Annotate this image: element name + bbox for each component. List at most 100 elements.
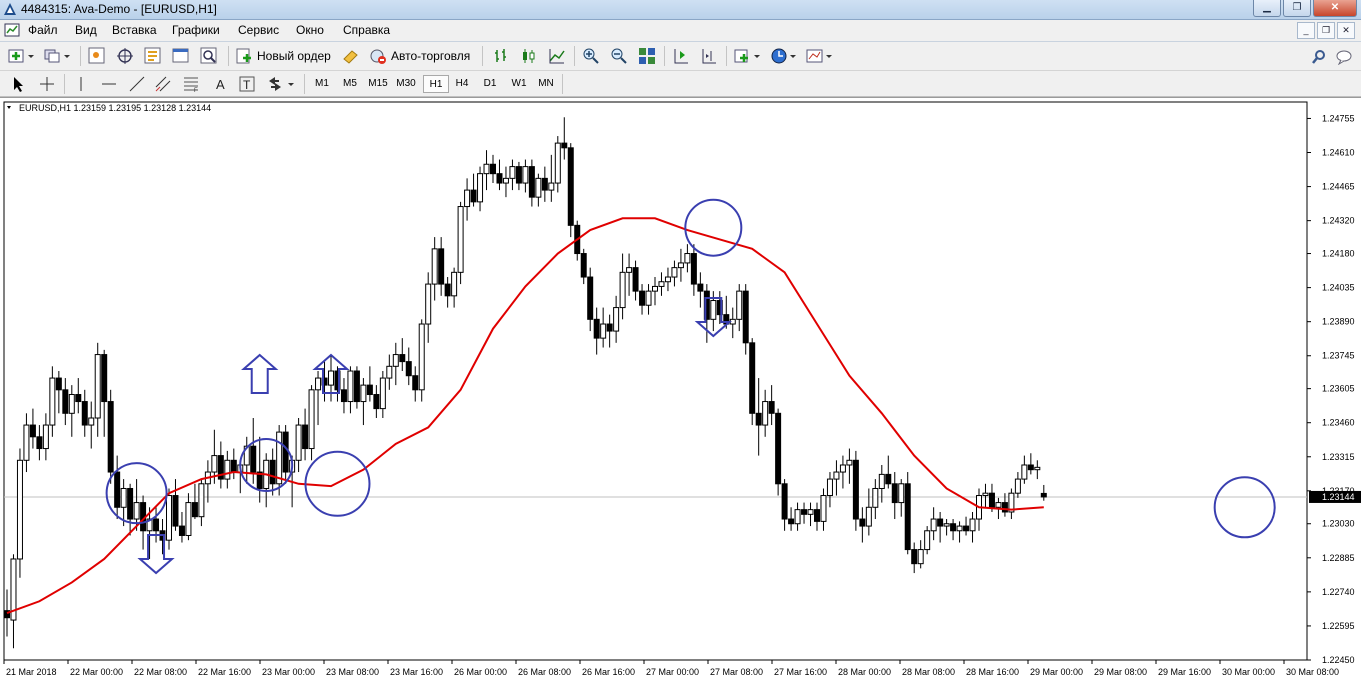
candle-body (328, 370, 334, 386)
candle-body (969, 518, 976, 532)
menu-file[interactable]: Файл (28, 23, 58, 37)
profiles-button[interactable] (44, 46, 70, 66)
child-minimize-button[interactable]: _ (1297, 22, 1315, 39)
menu-insert[interactable]: Вставка (112, 23, 157, 37)
candle-body (852, 459, 859, 520)
candle-body (982, 492, 989, 497)
candle-body (269, 459, 276, 485)
candle-body (68, 394, 75, 414)
timeframe-w1[interactable]: W1 (506, 75, 532, 93)
candle-body (153, 518, 160, 532)
terminal-button[interactable] (172, 46, 190, 66)
candle-body (515, 166, 522, 184)
chart-window[interactable]: EURUSD,H1 1.23159 1.23195 1.23128 1.2314… (0, 97, 1361, 682)
candle-body (872, 487, 879, 508)
timeframe-h1[interactable]: H1 (423, 75, 449, 93)
candle-body (49, 377, 56, 426)
menu-charts[interactable]: Графики (172, 23, 220, 37)
text-button[interactable]: A (212, 74, 230, 94)
candle-body (101, 354, 108, 403)
zoom-out-button[interactable] (610, 46, 628, 66)
fibonacci-button[interactable]: F (182, 74, 200, 94)
drawing-toolbar: F A T M1 M5 M15 M30 H1 H4 D1 W1 MN (0, 71, 1361, 97)
candle-body (464, 189, 471, 208)
candle-body (386, 365, 393, 379)
chart-shift-button[interactable] (700, 46, 718, 66)
candle-body (755, 412, 762, 426)
candle-body (295, 424, 302, 461)
candle-body (917, 549, 924, 565)
timeframe-m1[interactable]: M1 (309, 75, 335, 93)
timeframe-mn[interactable]: MN (533, 75, 559, 93)
candle-body (172, 495, 179, 527)
svg-text:T: T (243, 78, 251, 92)
cursor-button[interactable] (10, 74, 26, 94)
candle-body (502, 177, 509, 184)
auto-trading-button[interactable]: Авто-торговля (368, 46, 470, 66)
timeframe-m5[interactable]: M5 (337, 75, 363, 93)
time-tick-label: 29 Mar 16:00 (1158, 667, 1211, 677)
bar-chart-button[interactable] (492, 46, 510, 66)
price-tick-label: 1.24180 (1322, 249, 1355, 259)
crosshair-button[interactable] (38, 74, 56, 94)
candle-body (541, 177, 548, 191)
horizontal-line-button[interactable] (100, 74, 118, 94)
candle-body (444, 283, 451, 297)
metaeditor-button[interactable] (342, 46, 360, 66)
maximize-button[interactable]: ❐ (1283, 0, 1311, 17)
vertical-line-button[interactable] (72, 74, 90, 94)
strategy-tester-button[interactable] (200, 46, 218, 66)
close-button[interactable]: ✕ (1313, 0, 1357, 17)
menu-help[interactable]: Справка (343, 23, 390, 37)
templates-button[interactable] (806, 46, 834, 66)
periods-button[interactable] (770, 46, 798, 66)
text-label-button[interactable]: T (238, 74, 256, 94)
price-tick-label: 1.22595 (1322, 621, 1355, 631)
candle-body (379, 377, 386, 410)
navigator-button[interactable] (144, 46, 162, 66)
chat-icon[interactable] (1335, 49, 1353, 65)
new-chart-button[interactable] (8, 46, 34, 66)
candle-body (107, 401, 114, 473)
timeframe-m15[interactable]: M15 (365, 75, 391, 93)
candle-body (794, 509, 801, 525)
tile-windows-button[interactable] (638, 46, 656, 66)
candle-body (742, 290, 749, 344)
price-chart[interactable]: EURUSD,H1 1.23159 1.23195 1.23128 1.2314… (0, 98, 1361, 682)
menu-window[interactable]: Окно (296, 23, 324, 37)
candlestick-button[interactable] (520, 46, 538, 66)
candle-body (911, 549, 918, 565)
menu-bar: Файл Вид Вставка Графики Сервис Окно Спр… (0, 20, 1361, 42)
indicators-button[interactable] (734, 46, 762, 66)
menu-view[interactable]: Вид (75, 23, 97, 37)
candle-body (846, 459, 853, 466)
zoom-in-button[interactable] (582, 46, 600, 66)
autoscroll-button[interactable] (672, 46, 690, 66)
candle-body (930, 518, 937, 532)
timeframe-d1[interactable]: D1 (477, 75, 503, 93)
arrows-button[interactable] (266, 74, 296, 94)
child-restore-button[interactable]: ❐ (1317, 22, 1335, 39)
data-window-button[interactable] (116, 46, 134, 66)
market-watch-button[interactable] (88, 46, 106, 66)
candle-body (360, 384, 367, 403)
search-icon[interactable] (1311, 49, 1327, 65)
equidistant-channel-button[interactable] (154, 74, 172, 94)
candle-body (554, 142, 561, 184)
trendline-button[interactable] (128, 74, 146, 94)
line-chart-button[interactable] (548, 46, 566, 66)
candle-body (490, 163, 496, 175)
timeframe-h4[interactable]: H4 (449, 75, 475, 93)
child-close-button[interactable]: ✕ (1337, 22, 1355, 39)
timeframe-m30[interactable]: M30 (393, 75, 419, 93)
chart-window-icon[interactable] (4, 23, 20, 37)
new-order-button[interactable]: Новый ордер (236, 46, 331, 66)
plot-area (3, 101, 1308, 661)
candle-body (470, 189, 477, 203)
menu-tools[interactable]: Сервис (238, 23, 279, 37)
candle-body (133, 502, 140, 520)
candle-body (315, 377, 322, 391)
minimize-button[interactable]: ▁ (1253, 0, 1281, 17)
candle-body (697, 283, 704, 292)
candle-body (762, 401, 769, 426)
